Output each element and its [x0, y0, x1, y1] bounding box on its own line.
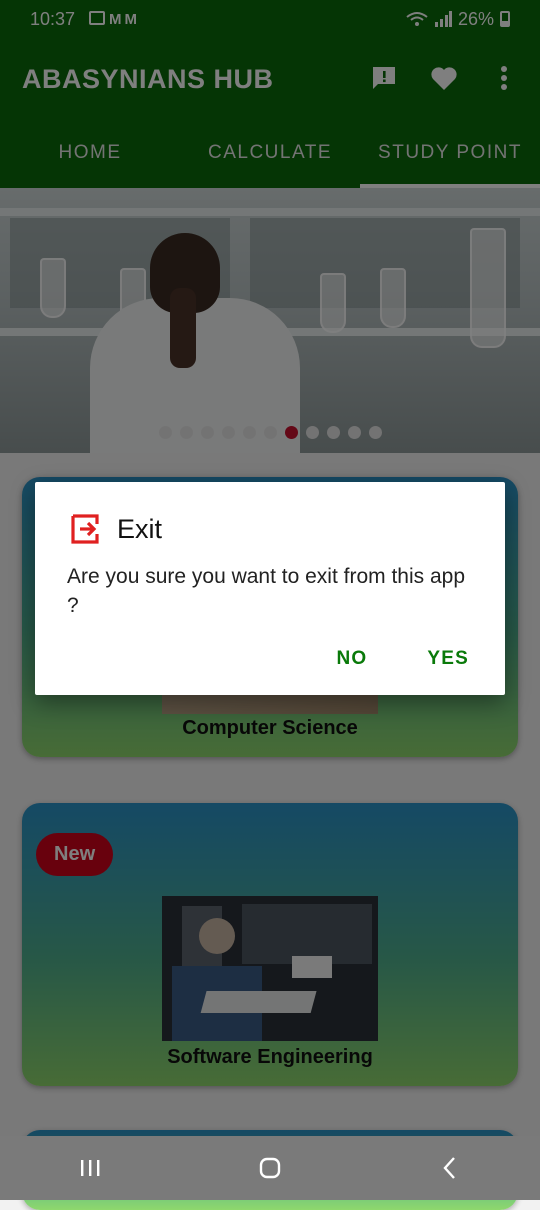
back-icon: [443, 1157, 455, 1179]
recent-apps-icon: [81, 1160, 100, 1176]
dialog-title: Exit: [117, 513, 163, 544]
recent-apps-button[interactable]: [60, 1148, 120, 1188]
dialog-message: Are you sure you want to exit from this …: [67, 565, 466, 617]
system-nav-bar: [0, 1136, 540, 1200]
back-button[interactable]: [420, 1148, 480, 1188]
exit-dialog: Exit Are you sure you want to exit from …: [35, 482, 505, 695]
no-button[interactable]: NO: [336, 648, 367, 670]
home-icon: [259, 1157, 281, 1179]
yes-button[interactable]: YES: [427, 648, 469, 670]
exit-icon: [71, 514, 99, 544]
home-button[interactable]: [240, 1148, 300, 1188]
